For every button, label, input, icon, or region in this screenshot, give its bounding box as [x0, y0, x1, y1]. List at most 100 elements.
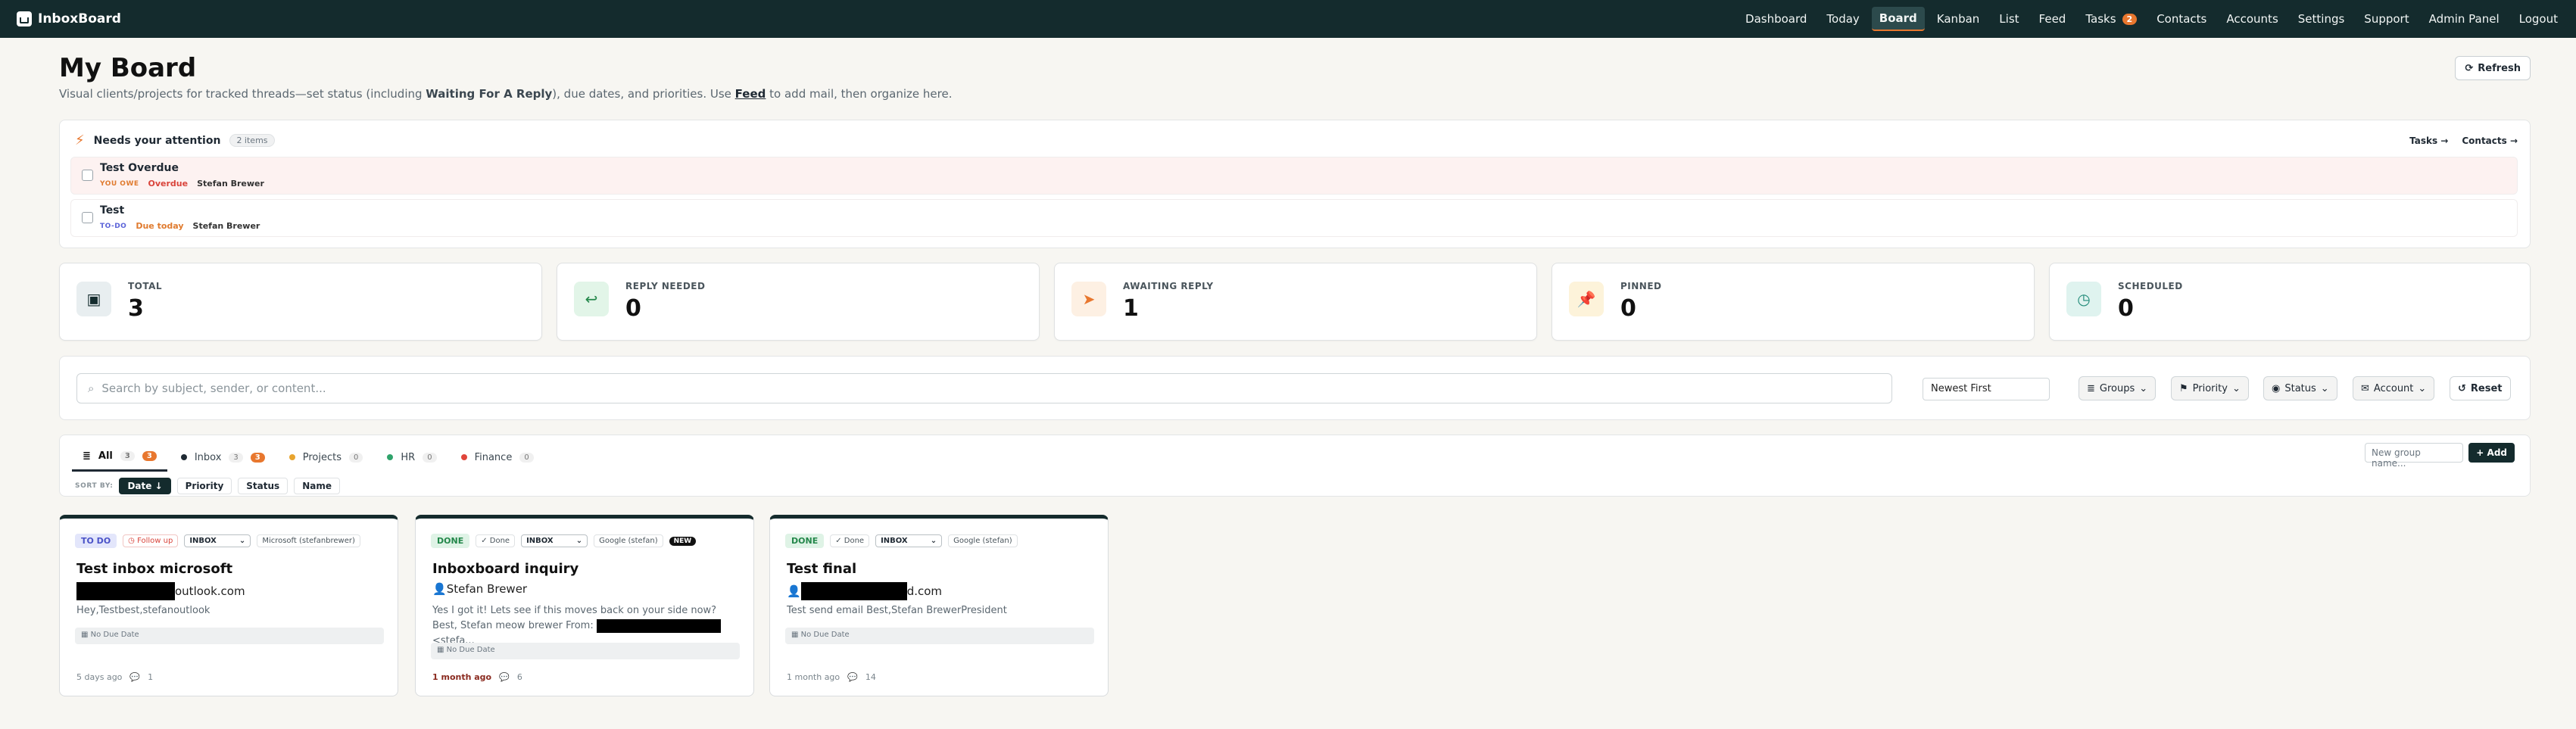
- nav-dashboard[interactable]: Dashboard: [1738, 8, 1814, 30]
- sort-date-button[interactable]: Date ↓: [119, 478, 171, 494]
- tab-count: 3: [229, 452, 243, 463]
- tab-finance[interactable]: Finance 0: [451, 446, 544, 472]
- group-tabs: ≣ All 3 3 Inbox 3 3 Projects 0 HR 0 Fina…: [72, 446, 544, 472]
- thread-card[interactable]: TO DO ◷ Follow up INBOX ⌄ Microsoft (stef…: [59, 515, 398, 696]
- new-group-input[interactable]: New group name...: [2365, 443, 2463, 469]
- attention-checkbox[interactable]: [82, 212, 93, 223]
- status-badge[interactable]: DONE: [785, 534, 825, 548]
- attention-item-title[interactable]: Test: [100, 204, 124, 217]
- nav-support[interactable]: Support: [2356, 8, 2416, 30]
- clock-icon: ◷: [2066, 282, 2101, 316]
- brand-name: InboxBoard: [38, 11, 121, 26]
- redacted-block: [76, 582, 175, 600]
- status-badge[interactable]: DONE: [431, 534, 470, 548]
- redacted-block: [596, 618, 721, 633]
- nav-logout[interactable]: Logout: [2512, 8, 2565, 30]
- search-placeholder: Search by subject, sender, or content...: [101, 382, 326, 395]
- group-color-dot: [180, 454, 187, 460]
- due-date-label: No Due Date: [446, 646, 495, 654]
- nav-today[interactable]: Today: [1819, 8, 1867, 30]
- due-date-bar[interactable]: ▦ No Due Date: [785, 628, 1094, 644]
- attention-item[interactable]: Test Overdue YOU OWE Overdue Stefan Brew…: [70, 157, 2518, 195]
- clock-icon: ◷: [128, 537, 138, 545]
- nav-tasks[interactable]: Tasks 2: [2078, 8, 2144, 30]
- reply-icon: ↩: [574, 282, 609, 316]
- nav-feed[interactable]: Feed: [2032, 8, 2074, 30]
- stat-value: 0: [1620, 295, 1636, 322]
- card-tags: DONE ✓ Done INBOX ⌄ Google (stefan): [785, 534, 1018, 548]
- inbox-icon: ▣: [76, 282, 111, 316]
- attention-item-meta: TO-DO Due today Stefan Brewer: [100, 221, 260, 231]
- sort-priority-button[interactable]: Priority: [176, 478, 232, 494]
- nav-admin-panel[interactable]: Admin Panel: [2422, 8, 2507, 30]
- eye-icon: ◉: [2272, 382, 2281, 394]
- tab-inbox[interactable]: Inbox 3 3: [170, 446, 276, 472]
- thread-card[interactable]: DONE ✓ Done INBOX ⌄ Google (stefan) Test …: [769, 515, 1109, 696]
- nav-settings[interactable]: Settings: [2291, 8, 2353, 30]
- tab-count: 0: [519, 452, 534, 463]
- person-icon: 👤: [787, 584, 801, 598]
- stat-awaiting-reply[interactable]: ➤ AWAITING REPLY 1: [1054, 263, 1537, 341]
- card-time: 1 month ago: [432, 672, 492, 682]
- brand[interactable]: InboxBoard: [17, 11, 121, 26]
- stat-scheduled[interactable]: ◷ SCHEDULED 0: [2049, 263, 2531, 341]
- status-filter-button[interactable]: ◉ Status ⌄: [2263, 376, 2337, 400]
- stat-reply-needed[interactable]: ↩ REPLY NEEDED 0: [557, 263, 1040, 341]
- stat-total[interactable]: ▣ TOTAL 3: [59, 263, 542, 341]
- done-badge: ✓ Done: [476, 534, 516, 547]
- contacts-link[interactable]: Contacts →: [2462, 136, 2518, 146]
- card-time: 5 days ago: [76, 672, 123, 682]
- attention-item-title[interactable]: Test Overdue: [100, 162, 179, 174]
- card-title[interactable]: Inboxboard inquiry: [432, 561, 579, 577]
- stat-label: PINNED: [1620, 281, 1662, 291]
- nav-board[interactable]: Board: [1871, 7, 1925, 31]
- mail-icon: ✉: [2361, 382, 2369, 394]
- stat-pinned[interactable]: 📌 PINNED 0: [1552, 263, 2035, 341]
- nav-contacts[interactable]: Contacts: [2149, 8, 2214, 30]
- nav-accounts[interactable]: Accounts: [2219, 8, 2285, 30]
- sort-name-button[interactable]: Name: [294, 478, 340, 494]
- chevron-down-icon: ⌄: [930, 537, 937, 545]
- mailbox-select[interactable]: INBOX ⌄: [521, 534, 588, 547]
- due-date-bar[interactable]: ▦ No Due Date: [75, 628, 384, 644]
- feed-link[interactable]: Feed: [735, 87, 766, 101]
- attention-item-meta: YOU OWE Overdue Stefan Brewer: [100, 179, 264, 188]
- due-date-bar[interactable]: ▦ No Due Date: [431, 643, 740, 659]
- mailbox-select[interactable]: INBOX ⌄: [875, 534, 943, 547]
- priority-filter-button[interactable]: ⚑ Priority ⌄: [2171, 376, 2249, 400]
- tab-hr[interactable]: HR 0: [376, 446, 447, 472]
- reset-button[interactable]: ↺ Reset: [2450, 376, 2511, 400]
- status-filter-label: Status: [2284, 382, 2316, 394]
- tab-label: All: [98, 450, 113, 462]
- nav-kanban[interactable]: Kanban: [1929, 8, 1988, 30]
- nav-tasks-label: Tasks: [2085, 12, 2116, 26]
- filter-bar: ⌕ Search by subject, sender, or content.…: [59, 356, 2531, 420]
- card-tags: TO DO ◷ Follow up INBOX ⌄ Microsoft (stef…: [75, 534, 360, 548]
- card-title[interactable]: Test final: [787, 561, 856, 577]
- status-badge[interactable]: TO DO: [75, 534, 117, 548]
- due-date-label: No Due Date: [90, 631, 139, 639]
- overdue-label: Overdue: [148, 179, 189, 188]
- card-title[interactable]: Test inbox microsoft: [76, 561, 232, 577]
- group-color-dot: [387, 454, 394, 460]
- add-group-button[interactable]: + Add: [2468, 443, 2515, 463]
- refresh-button[interactable]: ⟳ Refresh: [2455, 56, 2531, 80]
- card-sender: 👤 d.com: [787, 582, 942, 600]
- thread-card[interactable]: DONE ✓ Done INBOX ⌄ Google (stefan) NEW I…: [415, 515, 754, 696]
- tab-all[interactable]: ≣ All 3 3: [72, 446, 167, 472]
- top-nav: InboxBoard Dashboard Today Board Kanban …: [0, 0, 2576, 38]
- tasks-link[interactable]: Tasks →: [2409, 136, 2448, 146]
- sort-row: SORT BY: Date ↓ Priority Status Name: [75, 478, 340, 494]
- sort-status-button[interactable]: Status: [238, 478, 288, 494]
- attention-item[interactable]: Test TO-DO Due today Stefan Brewer: [70, 199, 2518, 237]
- account-tag: Google (stefan): [948, 534, 1018, 547]
- nav-list[interactable]: List: [1991, 8, 2026, 30]
- mailbox-select[interactable]: INBOX ⌄: [184, 534, 251, 547]
- tab-projects[interactable]: Projects 0: [279, 446, 374, 472]
- groups-filter-button[interactable]: ≣ Groups ⌄: [2079, 376, 2157, 400]
- search-input[interactable]: ⌕ Search by subject, sender, or content.…: [76, 373, 1892, 403]
- card-sender: 👤 Stefan Brewer: [432, 582, 527, 596]
- sort-select[interactable]: Newest First: [1923, 378, 2050, 400]
- attention-checkbox[interactable]: [82, 170, 93, 181]
- account-filter-button[interactable]: ✉ Account ⌄: [2353, 376, 2435, 400]
